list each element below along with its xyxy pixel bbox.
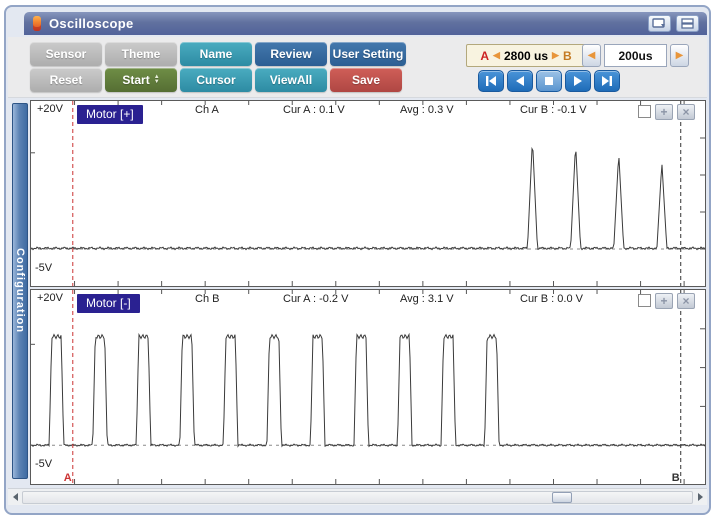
ch-b-title: Ch B [195,293,219,305]
step-forward-button[interactable] [565,70,591,92]
channel-b-panel: AB +20V -5V Motor [-] Ch B Cur A : -0.2 … [30,289,706,485]
stop-button[interactable] [536,70,562,92]
capture-icon[interactable] [648,15,671,32]
timebase-decrease-button[interactable]: ◀ [582,44,601,67]
oscilloscope-window: Oscilloscope Sensor Theme Name Review Us… [0,0,715,520]
layout-panels-icon[interactable] [676,15,699,32]
waveform-ch-b: AB [31,290,705,484]
scrollbar-thumb[interactable] [552,492,572,503]
ch-b-select-checkbox[interactable] [638,294,651,307]
waveform-ch-a [31,101,705,286]
start-mode-spinner-icon: ▲▼ [154,75,160,85]
scrollbar-track[interactable] [22,491,693,504]
ch-a-avg-readout: Avg : 0.3 V [400,104,454,116]
skip-to-end-button[interactable] [594,70,620,92]
svg-text:A: A [64,472,72,484]
user-setting-button[interactable]: User Setting [330,42,406,66]
configuration-tab[interactable]: Configuration [12,103,28,479]
window-title: Oscilloscope [49,16,134,31]
titlebar: Oscilloscope [24,12,707,35]
horizontal-scrollbar [8,488,707,505]
ch-a-title: Ch A [195,104,219,116]
svg-text:B: B [672,472,680,484]
ch-b-avg-readout: Avg : 3.1 V [400,293,454,305]
ch-b-signal-badge[interactable]: Motor [-] [77,294,140,313]
ch-a-vmin-label: -5V [35,262,52,274]
ch-a-select-checkbox[interactable] [638,105,651,118]
ch-b-expand-icon[interactable]: + [655,293,673,309]
ch-b-vmax-label: +20V [37,292,63,304]
cursor-range-value: 2800 us [504,49,548,63]
step-back-button[interactable] [507,70,533,92]
cursor-range-display: A ◀ 2800 us ▶ B [466,44,586,67]
cursor-a-arrow-icon: ◀ [493,50,500,61]
save-button[interactable]: Save [330,68,402,92]
cursor-a-label: A [480,49,489,63]
app-icon [33,16,41,31]
skip-to-start-button[interactable] [478,70,504,92]
start-button[interactable]: Start ▲▼ [105,68,177,92]
ch-a-signal-badge[interactable]: Motor [+] [77,105,143,124]
ch-a-close-icon[interactable]: × [677,104,695,120]
cursor-b-arrow-icon: ▶ [552,50,559,61]
scroll-right-icon[interactable] [693,490,707,505]
configuration-tab-label: Configuration [14,248,26,333]
channel-a-panel: +20V -5V Motor [+] Ch A Cur A : 0.1 V Av… [30,100,706,287]
ch-a-cursor-b-readout: Cur B : -0.1 V [520,104,587,116]
ch-a-vmax-label: +20V [37,103,63,115]
viewall-button[interactable]: ViewAll [255,68,327,92]
ch-a-cursor-a-readout: Cur A : 0.1 V [283,104,345,116]
ch-a-expand-icon[interactable]: + [655,104,673,120]
start-button-label: Start [122,73,149,87]
cursor-button[interactable]: Cursor [180,68,252,92]
theme-button[interactable]: Theme [105,42,177,66]
ch-b-cursor-b-readout: Cur B : 0.0 V [520,293,583,305]
ch-b-vmin-label: -5V [35,458,52,470]
reset-button[interactable]: Reset [30,68,102,92]
timebase-value: 200us [604,44,667,67]
sensor-button[interactable]: Sensor [30,42,102,66]
ch-b-close-icon[interactable]: × [677,293,695,309]
review-button[interactable]: Review [255,42,327,66]
ch-b-cursor-a-readout: Cur A : -0.2 V [283,293,348,305]
name-button[interactable]: Name [180,42,252,66]
cursor-b-label: B [563,49,572,63]
timebase-increase-button[interactable]: ▶ [670,44,689,67]
scroll-left-icon[interactable] [8,490,22,505]
